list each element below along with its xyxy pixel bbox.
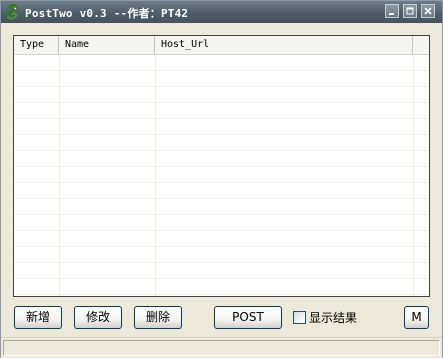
request-list[interactable]: Type Name Host_Url: [13, 35, 430, 297]
show-results-label[interactable]: 显示结果: [309, 310, 357, 326]
checkbox-box[interactable]: [293, 311, 306, 324]
column-divider: [155, 55, 156, 296]
edit-button[interactable]: 修改: [74, 306, 122, 329]
minimize-button[interactable]: [385, 4, 399, 18]
maximize-icon: [406, 7, 414, 15]
status-bar: [1, 337, 442, 358]
list-header: Type Name Host_Url: [14, 36, 429, 55]
app-window: PostTwo v0.3 --作者：PT42 Type Name Host_Ur…: [0, 0, 443, 358]
minimize-icon: [389, 13, 394, 15]
post-button[interactable]: POST: [214, 306, 282, 329]
delete-button[interactable]: 删除: [134, 306, 182, 329]
snake-icon[interactable]: [5, 3, 21, 20]
list-body[interactable]: [14, 55, 429, 296]
add-button[interactable]: 新增: [14, 306, 62, 329]
window-title: PostTwo v0.3 --作者：PT42: [25, 7, 189, 20]
status-pane: [3, 340, 440, 356]
column-divider: [59, 55, 60, 296]
column-header-type[interactable]: Type: [14, 36, 59, 54]
column-header-filler: [413, 36, 429, 54]
close-button[interactable]: [421, 4, 435, 18]
close-icon: [424, 7, 432, 15]
column-header-host-url[interactable]: Host_Url: [155, 36, 413, 54]
title-bar[interactable]: PostTwo v0.3 --作者：PT42: [1, 1, 442, 23]
maximize-button[interactable]: [403, 4, 417, 18]
m-button[interactable]: M: [404, 306, 429, 329]
column-header-name[interactable]: Name: [59, 36, 155, 54]
column-divider: [413, 55, 414, 296]
